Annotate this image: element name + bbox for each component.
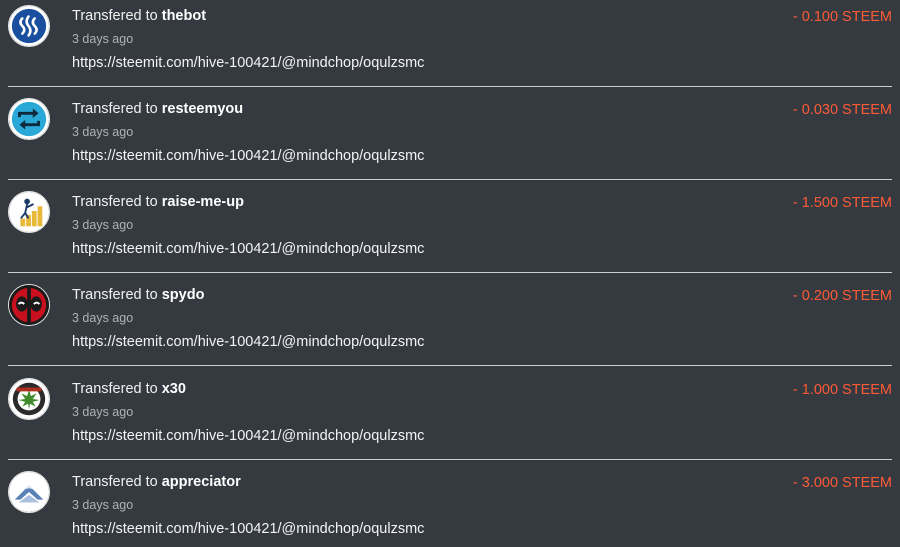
transfer-title: Transfered to x30 [72,381,186,397]
transfer-memo-link[interactable]: https://steemit.com/hive-100421/@mindcho… [72,55,424,71]
transfer-prefix: Transfered to [72,474,162,490]
transfer-amount: - 0.200 STEEM [792,288,892,304]
divider [8,86,892,87]
recipient-link[interactable]: x30 [162,381,186,397]
transfer-timestamp: 3 days ago [72,218,134,232]
transfer-memo-link[interactable]: https://steemit.com/hive-100421/@mindcho… [72,334,424,350]
transfer-amount: - 0.030 STEEM [792,102,892,118]
transfer-amount: - 0.100 STEEM [792,9,892,25]
transfer-item: Transfered to spydo 3 days ago https://s… [0,279,900,365]
transfer-item: Transfered to appreciator 3 days ago htt… [0,466,900,547]
deadpool-mask-icon[interactable] [8,284,50,326]
transfer-item: Transfered to thebot 3 days ago https://… [0,0,900,86]
transfer-title: Transfered to raise-me-up [72,194,244,210]
recipient-link[interactable]: thebot [162,8,206,24]
transfer-item: Transfered to resteemyou 3 days ago http… [0,93,900,179]
transfer-prefix: Transfered to [72,381,162,397]
recipient-link[interactable]: raise-me-up [162,194,244,210]
transfer-history-list: Transfered to thebot 3 days ago https://… [0,0,900,547]
mountain-logo-icon[interactable] [8,471,50,513]
recipient-link[interactable]: appreciator [162,474,241,490]
transfer-title: Transfered to appreciator [72,474,241,490]
divider [8,272,892,273]
divider [8,459,892,460]
transfer-title: Transfered to spydo [72,287,204,303]
steem-logo-icon[interactable] [8,5,50,47]
transfer-memo-link[interactable]: https://steemit.com/hive-100421/@mindcho… [72,241,424,257]
transfer-memo-link[interactable]: https://steemit.com/hive-100421/@mindcho… [72,148,424,164]
transfer-amount: - 1.000 STEEM [792,382,892,398]
transfer-title: Transfered to resteemyou [72,101,243,117]
divider [8,179,892,180]
transfer-prefix: Transfered to [72,194,162,210]
resteem-arrows-icon[interactable] [8,98,50,140]
transfer-timestamp: 3 days ago [72,311,134,325]
transfer-timestamp: 3 days ago [72,32,134,46]
transfer-timestamp: 3 days ago [72,405,134,419]
transfer-amount: - 1.500 STEEM [792,195,892,211]
divider [8,365,892,366]
transfer-memo-link[interactable]: https://steemit.com/hive-100421/@mindcho… [72,428,424,444]
transfer-prefix: Transfered to [72,287,162,303]
transfer-title: Transfered to thebot [72,8,206,24]
transfer-prefix: Transfered to [72,8,162,24]
rising-chart-icon[interactable] [8,191,50,233]
transfer-item: Transfered to x30 3 days ago https://ste… [0,373,900,459]
recipient-link[interactable]: spydo [162,287,205,303]
transfer-prefix: Transfered to [72,101,162,117]
transfer-amount: - 3.000 STEEM [792,475,892,491]
transfer-timestamp: 3 days ago [72,125,134,139]
transfer-item: Transfered to raise-me-up 3 days ago htt… [0,186,900,272]
leaf-emblem-icon[interactable] [8,378,50,420]
transfer-memo-link[interactable]: https://steemit.com/hive-100421/@mindcho… [72,521,424,537]
recipient-link[interactable]: resteemyou [162,101,243,117]
transfer-timestamp: 3 days ago [72,498,134,512]
